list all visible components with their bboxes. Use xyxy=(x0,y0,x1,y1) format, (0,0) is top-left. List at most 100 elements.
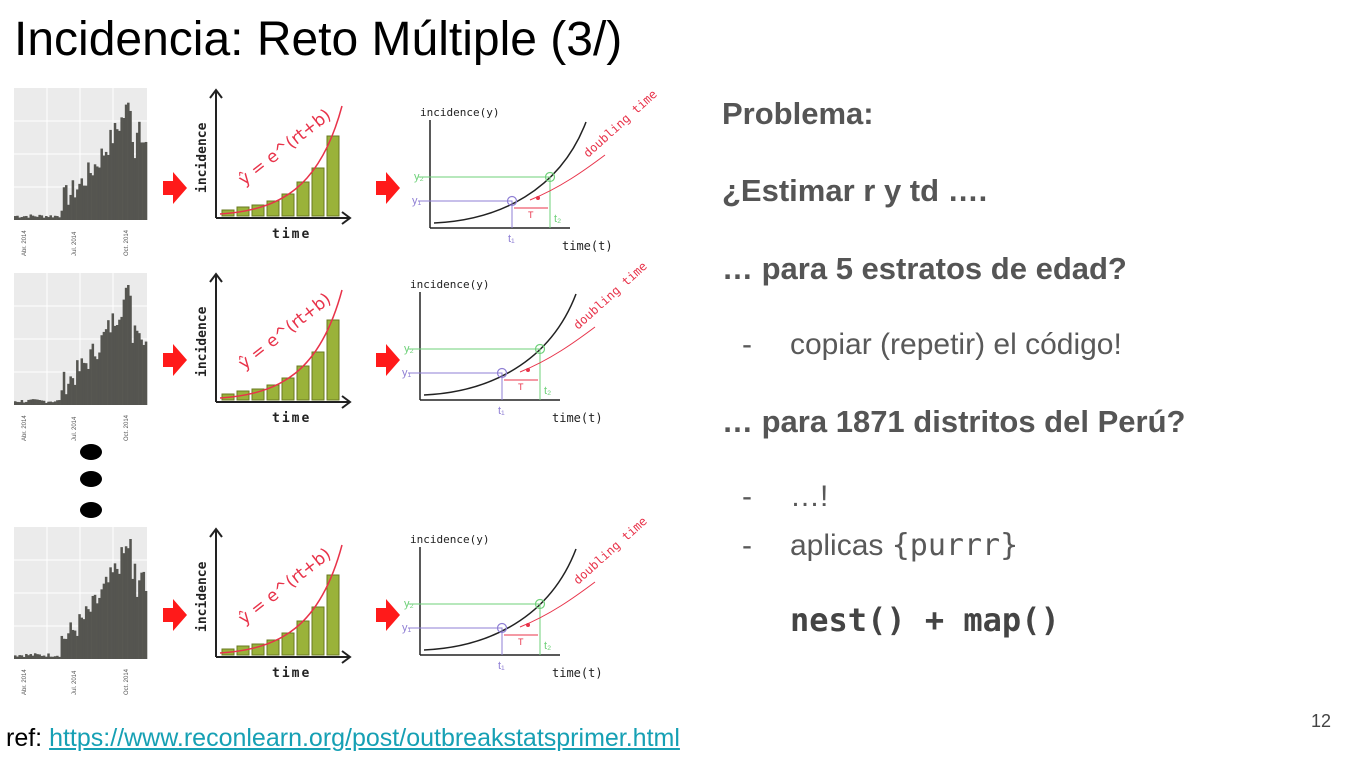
red-arrow xyxy=(376,172,400,204)
t2-label: t₂ xyxy=(554,213,561,225)
exponential-curve xyxy=(423,293,577,396)
histogram-bar xyxy=(98,597,101,659)
histogram-date-label: Jul. 2014 xyxy=(72,416,78,441)
incidence-histogram: Abr. 2014 Jul. 2014 Oct. 2014 xyxy=(14,273,148,441)
histogram-bar xyxy=(100,335,103,405)
histogram-bar xyxy=(56,216,59,220)
histogram-bar xyxy=(27,655,30,659)
question-line: ¿Estimar r y td …. xyxy=(722,173,988,208)
y1-label: y₁ xyxy=(402,367,412,379)
y1-guide xyxy=(408,372,503,400)
histogram-bar xyxy=(122,117,126,220)
histogram-bar xyxy=(109,332,112,405)
histogram-bar xyxy=(127,102,130,220)
histogram-bar xyxy=(96,603,99,659)
histogram-bar xyxy=(27,399,30,405)
histogram-bar xyxy=(129,110,132,220)
histogram-bar xyxy=(71,180,75,220)
histogram-bar xyxy=(102,155,106,220)
histogram-bar xyxy=(36,216,39,220)
histogram-bar xyxy=(42,655,46,659)
histogram-date-label: Oct. 2014 xyxy=(124,668,130,695)
histogram-bar xyxy=(36,399,39,405)
histogram-bar xyxy=(22,656,26,659)
annotation-dot xyxy=(536,196,540,200)
histogram-bar xyxy=(89,173,92,220)
histogram-bar xyxy=(38,214,41,220)
districts-line: … para 1871 distritos del Perú? xyxy=(722,404,1186,439)
histogram-bar xyxy=(138,333,141,405)
histogram-bar xyxy=(107,320,110,405)
histogram-bar xyxy=(87,368,90,405)
histogram-bar xyxy=(69,376,72,405)
histogram-bar xyxy=(60,390,64,405)
y2-label: y₂ xyxy=(404,343,414,355)
histogram-bar xyxy=(135,132,139,220)
red-arrow xyxy=(163,172,187,204)
histogram-bar xyxy=(36,654,39,659)
histogram-bar xyxy=(25,215,28,220)
histogram-bar xyxy=(49,656,52,659)
bullet-dash: - xyxy=(742,328,752,361)
y1-guide xyxy=(408,627,503,655)
histogram-bar xyxy=(120,316,123,405)
histogram-bar xyxy=(82,619,86,659)
exponential-fit-sketch: incidencetimeŷ = e^(rt+b) xyxy=(195,88,352,242)
reference-link[interactable]: https://www.reconlearn.org/post/outbreak… xyxy=(49,724,680,752)
histogram-bar xyxy=(20,655,24,659)
histogram-bar xyxy=(64,638,68,659)
page-number: 12 xyxy=(1311,711,1332,731)
histogram-bar xyxy=(131,342,134,405)
T-label: T xyxy=(528,210,534,220)
histogram-bar xyxy=(109,129,112,220)
histogram-bar xyxy=(142,142,146,220)
histogram-bar xyxy=(129,539,132,659)
histogram-bar xyxy=(67,204,70,220)
histogram-bar xyxy=(45,402,48,405)
code-snippet: nest() + map() xyxy=(790,601,1060,639)
y1-label: y₁ xyxy=(412,195,422,207)
histogram-bar xyxy=(89,611,92,659)
exponential-curve xyxy=(423,548,577,651)
y-axis xyxy=(209,88,223,218)
red-arrow xyxy=(163,344,187,376)
doubling-time-sketch: incidence(y) time(t) y₂ y₁ t₁ t₂ Tdoubling tim… xyxy=(402,259,650,425)
y2-label: y₂ xyxy=(404,598,414,610)
histogram-bar xyxy=(78,371,81,405)
histogram-bar xyxy=(33,399,37,405)
incidence-bar xyxy=(311,351,325,401)
histogram-bar xyxy=(27,217,30,220)
histogram-bar xyxy=(107,582,110,659)
bullet-dash: - xyxy=(742,529,752,562)
x-axis-label: time(t) xyxy=(562,239,613,253)
histogram-bar xyxy=(78,183,81,220)
histogram-bar xyxy=(58,217,61,220)
histogram-bar xyxy=(76,189,79,220)
histogram-bar xyxy=(73,197,77,220)
histogram-bar xyxy=(118,319,121,405)
histogram-bar xyxy=(33,216,37,220)
annotation-dot xyxy=(526,368,530,372)
histogram-bar xyxy=(18,655,21,659)
histogram-bar xyxy=(93,164,97,220)
histogram-bar xyxy=(22,402,26,405)
histogram-bar xyxy=(80,617,84,659)
bullet-dash: - xyxy=(742,480,752,513)
histogram-bar xyxy=(89,349,92,405)
histogram-bar xyxy=(142,344,146,405)
copy-code-text: copiar (repetir) el código! xyxy=(790,328,1122,361)
histogram-bar xyxy=(91,175,95,220)
histogram-bar xyxy=(62,638,66,659)
histogram-bar xyxy=(113,325,117,405)
incidence-bar xyxy=(311,606,325,656)
histogram-bar xyxy=(98,352,101,405)
y-axis-label: incidence xyxy=(195,306,210,377)
histogram-bar xyxy=(96,359,99,405)
histogram-bar xyxy=(16,401,19,405)
histogram-bar xyxy=(76,635,79,659)
histogram-bar xyxy=(127,285,130,405)
histogram-date-label: Abr. 2014 xyxy=(22,415,28,441)
x-axis-label: time xyxy=(272,411,311,426)
incidence-histogram: Abr. 2014 Jul. 2014 Oct. 2014 xyxy=(14,88,148,256)
histogram-bar xyxy=(124,546,128,659)
